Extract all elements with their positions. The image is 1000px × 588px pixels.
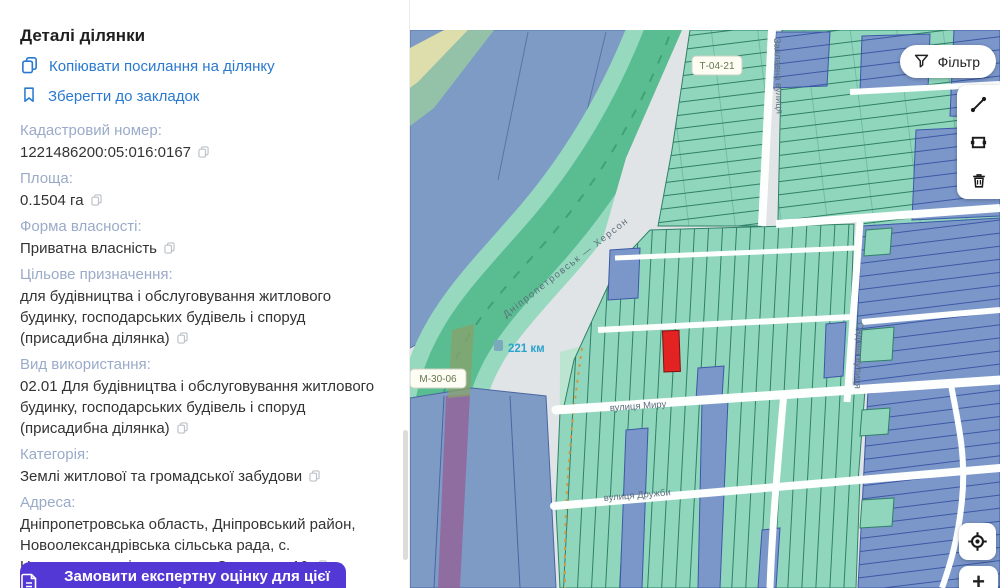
filter-button[interactable]: Фільтр — [899, 45, 996, 78]
copy-value-icon[interactable] — [176, 329, 189, 350]
copy-value-icon[interactable] — [308, 467, 321, 488]
field-area: Площа: 0.1504 га — [20, 169, 387, 212]
bookmark-icon — [20, 85, 38, 108]
measure-tool-button[interactable] — [957, 85, 1000, 123]
funnel-icon — [913, 52, 930, 72]
copy-value-icon[interactable] — [163, 239, 176, 260]
road-label-t0421: Т-04-21 — [699, 61, 734, 72]
map-layers: Т-04-21 М-30-06 221 км Дніпропетровськ —… — [410, 30, 1000, 588]
km-marker-icon — [494, 340, 503, 351]
km-label: 221 км — [508, 343, 545, 355]
water-area-south[interactable] — [410, 387, 557, 588]
bookmark-action[interactable]: Зберегти до закладок — [20, 85, 387, 108]
details-panel: Деталі ділянки Копіювати посилання на ді… — [0, 0, 410, 588]
rectangle-tool-button[interactable] — [957, 123, 1000, 161]
road-label-m3006: М-30-06 — [419, 374, 457, 385]
field-cadastral-number: Кадастровий номер: 1221486200:05:016:016… — [20, 121, 387, 164]
field-category: Категорія: Землі житлової та громадської… — [20, 445, 387, 488]
street-label-sadova: Садова вулиця — [852, 322, 865, 389]
parcel-teal[interactable] — [859, 407, 891, 437]
map-canvas[interactable]: Т-04-21 М-30-06 221 км Дніпропетровськ —… — [410, 30, 1000, 588]
bookmark-label: Зберегти до закладок — [48, 88, 200, 105]
field-use-type: Вид використання: 02.01 Для будівництва … — [20, 355, 387, 440]
rectangle-icon — [970, 136, 987, 148]
trash-icon — [972, 173, 985, 188]
geolocate-button[interactable] — [959, 523, 996, 560]
field-ownership: Форма власності: Приватна власність — [20, 217, 387, 260]
parcel-blue[interactable] — [823, 321, 847, 379]
cadastral-map-app: Деталі ділянки Копіювати посилання на ді… — [0, 0, 1000, 588]
copy-value-icon[interactable] — [176, 419, 189, 440]
document-icon — [20, 573, 38, 588]
selected-parcel-highlight[interactable] — [661, 329, 681, 373]
map-toolbar — [957, 85, 1000, 199]
map-stage: Т-04-21 М-30-06 221 км Дніпропетровськ —… — [410, 0, 1000, 588]
order-assessment-button[interactable]: Замовити експертну оцінку для цієї ділян… — [20, 562, 346, 588]
copy-link-action[interactable]: Копіювати посилання на ділянку — [20, 55, 387, 78]
panel-scrollbar[interactable] — [403, 430, 408, 560]
parcel-teal[interactable] — [863, 227, 893, 257]
page-title: Деталі ділянки — [20, 26, 146, 45]
parcel-teal[interactable] — [859, 497, 895, 529]
copy-value-icon[interactable] — [197, 143, 210, 164]
copy-value-icon[interactable] — [90, 191, 103, 212]
delete-tool-button[interactable] — [957, 161, 1000, 199]
field-purpose: Цільове призначення: для будівництва і о… — [20, 265, 387, 350]
copy-link-icon — [20, 55, 39, 78]
geolocate-icon — [968, 532, 987, 551]
zoom-in-button[interactable]: + — [959, 566, 998, 588]
copy-link-label: Копіювати посилання на ділянку — [49, 58, 275, 75]
field-list: Кадастровий номер: 1221486200:05:016:016… — [20, 121, 387, 578]
measure-icon — [970, 96, 987, 112]
